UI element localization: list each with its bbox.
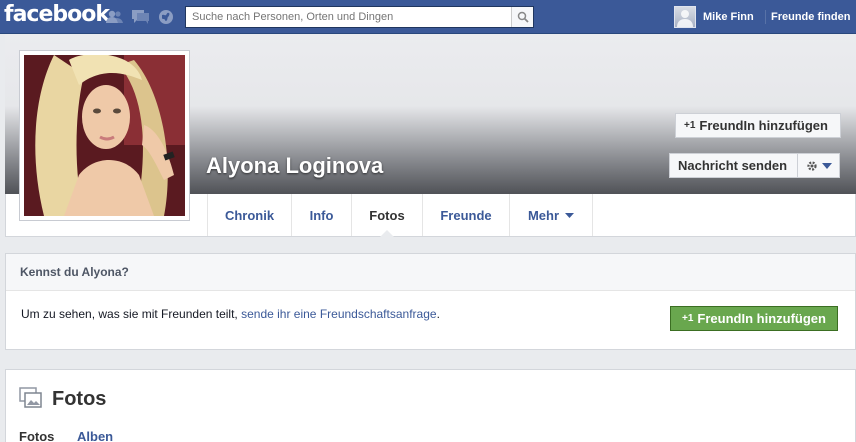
send-message-button[interactable]: Nachricht senden (669, 153, 798, 178)
tab-label: Mehr (527, 207, 560, 223)
tab-label: Info (309, 207, 334, 223)
user-name-link[interactable]: Mike Finn (703, 11, 754, 23)
tab-label: Fotos (369, 207, 405, 223)
profile-picture (24, 55, 185, 216)
tab-divider (592, 194, 593, 236)
subtab-alben[interactable]: Alben (77, 429, 113, 442)
add-friend-badge: +1 (684, 120, 696, 131)
messages-icon[interactable] (132, 9, 149, 25)
send-friend-request-link[interactable]: sende ihr eine Freundschaftsanfrage (241, 307, 436, 321)
know-person-heading: Kennst du Alyona? (6, 254, 855, 291)
send-message-label: Nachricht senden (678, 158, 788, 173)
user-avatar[interactable] (674, 6, 696, 28)
settings-dropdown-button[interactable] (797, 153, 840, 178)
know-person-text-end: . (436, 307, 440, 321)
search-button[interactable] (511, 7, 533, 27)
search-box (185, 6, 534, 28)
profile-picture-frame[interactable] (19, 50, 190, 221)
profile-name[interactable]: Alyona Loginova (206, 153, 383, 179)
add-friend-green-button[interactable]: +1 FreundIn hinzufügen (670, 306, 838, 331)
facebook-logo[interactable]: facebook (4, 2, 110, 27)
add-friend-badge: +1 (682, 313, 694, 324)
add-friend-button[interactable]: +1 FreundIn hinzufügen (675, 113, 841, 138)
tab-info[interactable]: Info (291, 194, 351, 236)
add-friend-label: FreundIn hinzufügen (699, 118, 828, 133)
caret-down-icon (821, 162, 832, 169)
notifications-icon[interactable] (157, 9, 174, 25)
search-icon (517, 11, 529, 23)
caret-down-icon (565, 212, 575, 218)
tab-fotos[interactable]: Fotos (351, 194, 422, 237)
subtab-fotos[interactable]: Fotos (19, 429, 54, 442)
tab-chronik[interactable]: Chronik (207, 194, 291, 236)
topbar-divider (765, 10, 766, 24)
photos-box: Fotos Fotos Alben (5, 369, 856, 442)
tab-label: Freunde (440, 207, 492, 223)
know-person-text: Um zu sehen, was sie mit Freunden teilt, (21, 307, 242, 321)
know-person-message: Um zu sehen, was sie mit Freunden teilt,… (21, 307, 440, 321)
tab-mehr[interactable]: Mehr (509, 194, 592, 236)
gear-icon (806, 160, 817, 171)
find-friends-link[interactable]: Freunde finden (771, 11, 850, 23)
add-friend-label: FreundIn hinzufügen (697, 311, 826, 326)
tab-freunde[interactable]: Freunde (422, 194, 509, 236)
search-input[interactable] (186, 7, 506, 27)
photos-title: Fotos (52, 388, 107, 410)
top-navigation-bar: facebook Mike Finn Freunde finden (0, 0, 856, 34)
friend-requests-icon[interactable] (106, 9, 123, 25)
tab-label: Chronik (224, 207, 275, 223)
know-person-box: Kennst du Alyona? Um zu sehen, was sie m… (5, 253, 856, 350)
photos-icon (19, 387, 42, 408)
